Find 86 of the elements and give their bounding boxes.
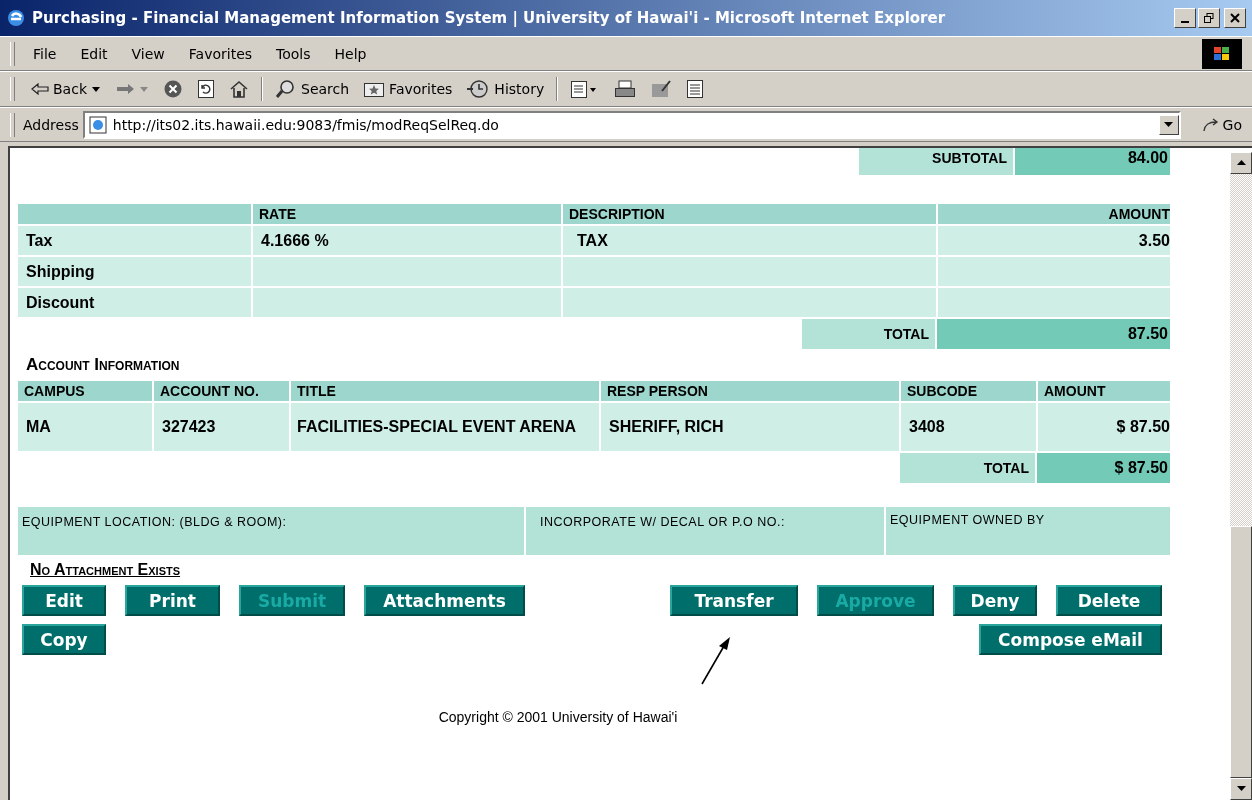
scroll-down-button[interactable] (1230, 778, 1252, 800)
go-button[interactable]: Go (1180, 116, 1252, 133)
menu-item[interactable]: View (121, 45, 179, 62)
action-button[interactable]: Compose eMail (979, 624, 1162, 655)
action-button[interactable]: Deny (953, 585, 1037, 616)
column-header: TITLE (290, 380, 600, 402)
column-header: AMOUNT (1037, 380, 1170, 402)
table-cell: FACILITIES-SPECIAL EVENT ARENA (290, 402, 600, 452)
close-button[interactable] (1224, 8, 1246, 28)
total-label: TOTAL (900, 453, 1037, 483)
column-header: CAMPUS (18, 380, 153, 402)
equipment-field: INCORPORATE W/ DECAL OR P.O NO.: (526, 507, 884, 555)
address-label: Address (23, 116, 79, 133)
printer-icon (614, 79, 637, 99)
e-logo-icon (6, 8, 26, 28)
attachment-note: No Attachment Exists (30, 561, 182, 579)
table-cell: 327423 (153, 402, 290, 452)
address-field[interactable]: http://its02.its.hawaii.edu:9083/fmis/modReqSelReq.do (82, 110, 1181, 139)
copyright-text: Copyright © 2001 University of Hawai'i (437, 709, 679, 725)
dropdown-caret-icon (91, 85, 101, 93)
action-button[interactable]: Delete (1056, 585, 1162, 616)
column-header: ACCOUNT NO. (153, 380, 290, 402)
equipment-field: EQUIPMENT LOCATION: (BLDG & ROOM): (18, 507, 524, 555)
table-cell: TAX (562, 225, 937, 256)
total-value: 87.50 (937, 319, 1170, 349)
row-label: Shipping (18, 256, 252, 287)
page-icon (88, 115, 107, 134)
column-header: RESP PERSON (600, 380, 900, 402)
star-folder-icon (363, 80, 386, 98)
dropdown-button[interactable] (1158, 114, 1179, 135)
minimize-button[interactable] (1174, 8, 1196, 28)
equipment-field: EQUIPMENT OWNED BY (886, 507, 1170, 555)
magnifier-icon (275, 79, 297, 99)
column-header: DESCRIPTION (562, 203, 937, 225)
column-header: SUBCODE (900, 380, 1037, 402)
column-header: AMOUNT (937, 203, 1170, 225)
scroll-up-button[interactable] (1230, 152, 1252, 174)
clock-arrow-icon (466, 79, 491, 99)
row-label: Tax (18, 225, 252, 256)
menu-item[interactable]: Help (324, 45, 381, 62)
row-label: Discount (18, 287, 252, 318)
down-arrow-icon (1236, 786, 1246, 792)
action-button[interactable]: Attachments (364, 585, 525, 616)
refresh-icon (197, 79, 215, 99)
table-cell: MA (18, 402, 153, 452)
caret-icon (1164, 121, 1174, 128)
pointer-arrow (700, 636, 732, 686)
minimize-icon (1181, 20, 1189, 23)
restore-button[interactable] (1198, 8, 1220, 28)
search-button[interactable]: Search (269, 79, 356, 99)
menu-item[interactable]: File (23, 45, 71, 62)
menu-item[interactable]: Tools (266, 45, 325, 62)
subtotal-value: 84.00 (1015, 148, 1170, 175)
action-button[interactable]: Edit (22, 585, 106, 616)
stop-icon (163, 79, 183, 99)
window-title: Purchasing - Financial Management Information System | University of Hawai'i - Microsoft Internet Explorer (32, 9, 947, 27)
menu-item[interactable]: Edit (70, 45, 122, 62)
column-header: RATE (252, 203, 562, 225)
table-cell: 4.1666 % (252, 225, 562, 256)
table-cell: SHERIFF, RICH (600, 402, 900, 452)
restore-icon (1204, 13, 1214, 23)
table-cell: $ 87.50 (1037, 402, 1170, 452)
dropdown-caret-icon (139, 85, 149, 93)
menu-item[interactable]: Favorites (178, 45, 267, 62)
history-button[interactable]: History (460, 79, 551, 99)
scroll-thumb[interactable] (1230, 526, 1252, 778)
scrollbar[interactable] (1230, 152, 1252, 800)
close-icon (1230, 13, 1240, 23)
total-value: $ 87.50 (1037, 453, 1170, 483)
up-arrow-icon (1236, 160, 1246, 166)
subtotal-label: SUBTOTAL (859, 148, 1015, 175)
action-button[interactable]: Copy (22, 624, 106, 655)
table-cell: 3.50 (937, 225, 1170, 256)
back-button[interactable]: Back (25, 81, 107, 97)
back-arrow-icon (31, 82, 49, 96)
forward-arrow-icon (115, 82, 135, 96)
total-label: TOTAL (802, 319, 937, 349)
home-icon (229, 80, 249, 98)
action-button[interactable]: Print (125, 585, 220, 616)
windows-flag-icon (1202, 38, 1242, 69)
favorites-button[interactable]: Favorites (357, 80, 459, 98)
notepad-icon (650, 79, 673, 99)
section-heading: Account Information (26, 355, 181, 375)
document-icon (686, 79, 705, 99)
action-button[interactable]: Transfer (670, 585, 798, 616)
table-cell: 3408 (900, 402, 1037, 452)
